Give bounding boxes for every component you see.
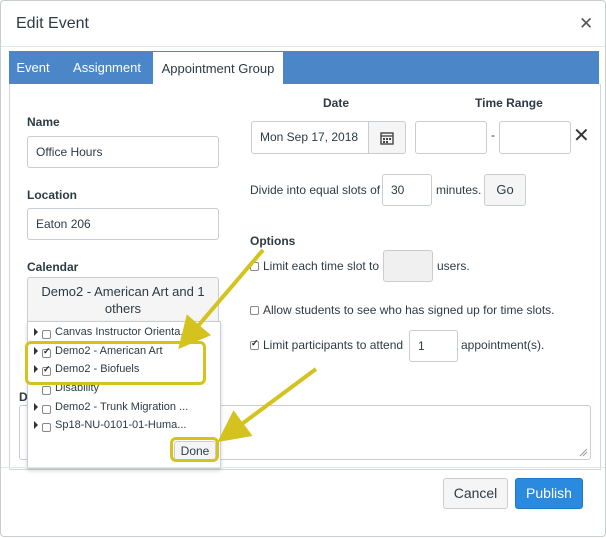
limit-participants-prefix: Limit participants to attend <box>263 338 404 352</box>
limit-slot-checkbox[interactable] <box>250 262 259 271</box>
calendar-checkbox[interactable] <box>42 386 51 395</box>
calendar-select-button[interactable]: Demo2 - American Art and 1 others <box>27 277 219 323</box>
tab-appointment-group[interactable]: Appointment Group <box>153 52 283 85</box>
divide-suffix: minutes. <box>436 183 482 197</box>
calendar-item[interactable]: Canvas Instructor Orienta... <box>28 324 220 342</box>
calendar-checkbox[interactable] <box>42 330 51 339</box>
limit-participants-checkbox[interactable] <box>250 338 259 350</box>
footer-divider <box>1 467 605 468</box>
calendar-checkbox[interactable] <box>42 405 51 414</box>
limit-slot-prefix: Limit each time slot to <box>263 259 380 273</box>
calendar-item-label: Sp18-NU-0101-01-Huma... <box>55 419 187 431</box>
dialog-title: Edit Event <box>16 15 89 32</box>
remove-time-icon[interactable]: ✕ <box>573 123 590 148</box>
tab-assignment[interactable]: Assignment <box>61 51 153 84</box>
calendar-checkbox[interactable] <box>42 423 51 432</box>
divide-prefix: Divide into equal slots of <box>250 183 381 197</box>
slot-minutes-input[interactable]: 30 <box>382 174 432 206</box>
go-button[interactable]: Go <box>484 174 526 206</box>
cancel-button[interactable]: Cancel <box>443 478 508 509</box>
limit-slot-input[interactable] <box>383 250 433 282</box>
time-range-dash: - <box>491 128 495 142</box>
edit-event-dialog: Edit Event ✕ Event Assignment Appointmen… <box>0 0 606 537</box>
tab-event[interactable]: Event <box>9 51 57 84</box>
limit-slot-suffix: users. <box>437 259 470 273</box>
calendar-picker-button[interactable] <box>368 121 406 154</box>
name-input[interactable]: Office Hours <box>27 136 219 168</box>
options-header: Options <box>250 234 296 248</box>
expand-arrow-icon[interactable] <box>34 403 38 411</box>
time-start-input[interactable] <box>415 121 487 154</box>
location-label: Location <box>27 188 77 202</box>
calendar-item[interactable]: Demo2 - Trunk Migration ... <box>28 399 220 417</box>
limit-participants-input[interactable]: 1 <box>409 330 458 362</box>
limit-participants-suffix: appointment(s). <box>461 338 545 352</box>
calendar-item-label: Canvas Instructor Orienta... <box>55 326 190 338</box>
highlight-box-done <box>170 437 219 462</box>
calendar-icon <box>380 132 394 145</box>
expand-arrow-icon[interactable] <box>34 421 38 429</box>
calendar-item-label: Demo2 - Trunk Migration ... <box>55 401 189 413</box>
allow-see-label: Allow students to see who has signed up … <box>263 303 555 317</box>
resize-handle-icon[interactable] <box>578 447 588 457</box>
calendar-label: Calendar <box>27 260 79 274</box>
date-input[interactable]: Mon Sep 17, 2018 <box>251 121 369 154</box>
name-label: Name <box>27 115 60 129</box>
location-input[interactable]: Eaton 206 <box>27 208 219 240</box>
publish-button[interactable]: Publish <box>515 478 583 509</box>
expand-arrow-icon[interactable] <box>34 328 38 336</box>
date-header: Date <box>323 96 350 110</box>
highlight-box-selected-calendars <box>25 341 206 385</box>
tab-bar: Event Assignment Appointment Group <box>9 51 599 85</box>
close-icon[interactable]: ✕ <box>579 15 593 33</box>
allow-see-checkbox[interactable] <box>250 306 259 315</box>
time-end-input[interactable] <box>499 121 571 154</box>
calendar-item[interactable]: Sp18-NU-0101-01-Huma... <box>28 417 220 435</box>
header-divider <box>1 46 605 47</box>
time-range-header: Time Range <box>475 96 543 110</box>
